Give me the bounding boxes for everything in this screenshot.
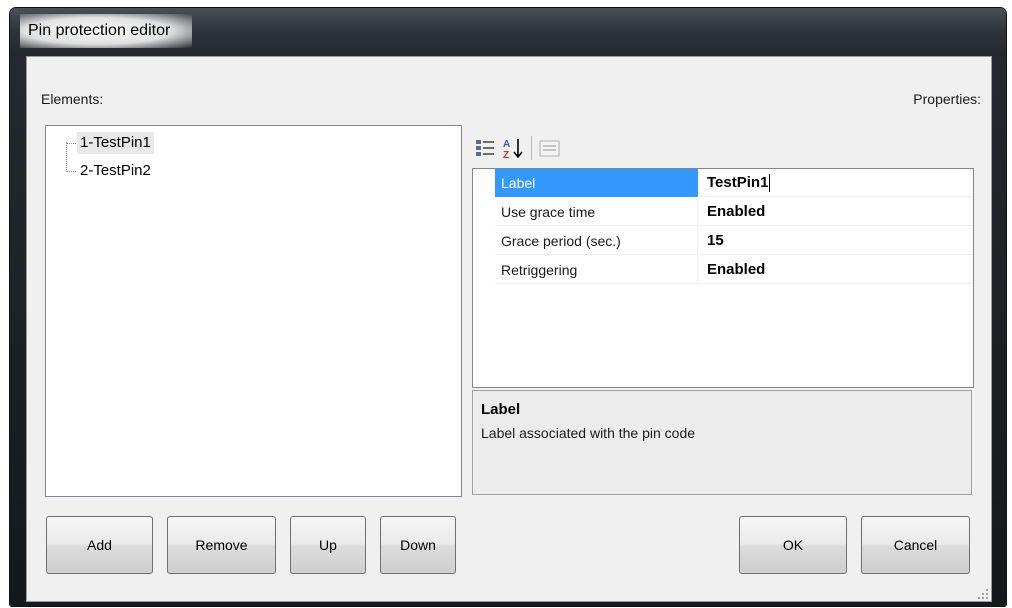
categorized-view-icon[interactable] — [473, 134, 499, 162]
cancel-button[interactable]: Cancel — [861, 516, 970, 574]
ok-button[interactable]: OK — [739, 516, 847, 574]
tree-connector — [66, 143, 76, 144]
tree-connector — [66, 171, 76, 172]
row-margin — [473, 198, 495, 227]
remove-button[interactable]: Remove — [167, 516, 276, 574]
text-caret — [769, 174, 771, 193]
row-margin — [473, 227, 495, 256]
property-name[interactable]: Use grace time — [495, 198, 698, 226]
property-grid-toolbar: A Z — [473, 134, 593, 168]
alphabetical-sort-icon[interactable]: A Z — [501, 134, 527, 162]
dialog-window: Pin protection editor Elements: Properti… — [10, 8, 1006, 606]
property-value[interactable]: Enabled — [699, 198, 973, 226]
down-button[interactable]: Down — [380, 516, 456, 574]
elements-tree[interactable]: 1-TestPin1 2-TestPin2 — [45, 125, 462, 497]
property-pages-icon[interactable] — [537, 134, 563, 162]
property-value[interactable]: Enabled — [699, 256, 973, 284]
resize-grip-icon[interactable] — [977, 587, 989, 599]
property-row-use-grace-time[interactable]: Use grace time Enabled — [473, 198, 973, 227]
row-margin — [473, 256, 495, 285]
svg-text:A: A — [503, 139, 510, 150]
property-name[interactable]: Retriggering — [495, 256, 698, 284]
elements-label: Elements: — [41, 91, 104, 107]
property-help-pane: Label Label associated with the pin code — [472, 390, 972, 495]
row-margin — [473, 169, 495, 198]
toolbar-separator — [531, 136, 532, 160]
property-value-input[interactable]: TestPin1 — [699, 169, 973, 197]
title-bar[interactable]: Pin protection editor — [10, 8, 1006, 56]
property-name[interactable]: Label — [495, 169, 698, 197]
add-button[interactable]: Add — [46, 516, 153, 574]
help-description: Label associated with the pin code — [481, 425, 696, 441]
property-grid[interactable]: Label TestPin1 Use grace time Enabled Gr… — [472, 168, 974, 388]
tree-node-testpin2[interactable]: 2-TestPin2 — [77, 160, 154, 182]
property-value-text[interactable]: TestPin1 — [707, 174, 768, 191]
up-button[interactable]: Up — [290, 516, 366, 574]
window-title: Pin protection editor — [20, 14, 193, 48]
property-row-retriggering[interactable]: Retriggering Enabled — [473, 256, 973, 285]
help-title: Label — [481, 401, 521, 418]
property-row-label[interactable]: Label TestPin1 — [473, 169, 973, 198]
svg-text:Z: Z — [503, 150, 509, 161]
property-row-grace-period[interactable]: Grace period (sec.) 15 — [473, 227, 973, 256]
properties-label: Properties: — [913, 91, 981, 107]
tree-node-testpin1[interactable]: 1-TestPin1 — [77, 132, 154, 154]
property-name[interactable]: Grace period (sec.) — [495, 227, 698, 255]
tree-connector — [66, 142, 67, 172]
dialog-client-area: Elements: Properties: 1-TestPin1 2-TestP… — [26, 56, 992, 602]
property-value[interactable]: 15 — [699, 227, 973, 255]
